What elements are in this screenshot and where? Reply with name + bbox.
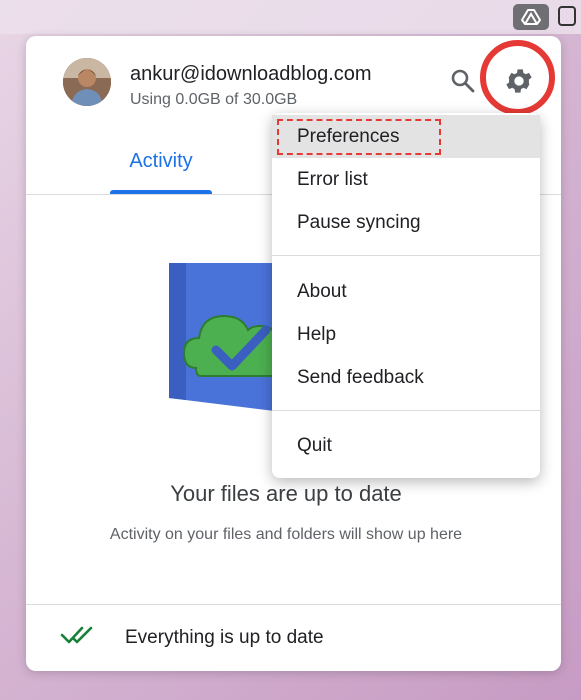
annotation-dashed-box [277, 119, 441, 155]
drive-logo-icon [521, 9, 541, 25]
menu-item-label: About [297, 281, 347, 302]
sync-status-text: Everything is up to date [125, 627, 324, 648]
account-email: ankur@idownloadblog.com [130, 63, 372, 85]
settings-menu: Preferences Error list Pause syncing Abo… [272, 113, 540, 478]
tab-activity-label: Activity [129, 150, 193, 172]
menu-item-preferences[interactable]: Preferences [272, 115, 540, 158]
menu-separator [272, 410, 540, 411]
menu-bar [0, 0, 581, 34]
menu-item-send-feedback[interactable]: Send feedback [272, 356, 540, 399]
double-check-icon [60, 624, 94, 646]
search-icon [451, 69, 475, 93]
menu-item-pause-syncing[interactable]: Pause syncing [272, 201, 540, 244]
menu-item-label: Error list [297, 169, 368, 190]
menu-item-error-list[interactable]: Error list [272, 158, 540, 201]
menu-item-label: Pause syncing [297, 212, 421, 233]
profile-photo-icon [63, 58, 111, 106]
avatar[interactable] [63, 58, 111, 106]
menu-item-label: Help [297, 324, 337, 345]
tray-app-icon[interactable] [558, 6, 576, 26]
search-button[interactable] [448, 66, 478, 96]
storage-usage: Using 0.0GB of 30.0GB [130, 91, 298, 108]
empty-state-subtitle: Activity on your files and folders will … [109, 526, 463, 543]
menu-item-label: Quit [297, 435, 332, 456]
footer-divider [26, 604, 561, 605]
menu-item-label: Send feedback [297, 367, 424, 388]
menu-separator [272, 255, 540, 256]
menu-item-quit[interactable]: Quit [272, 424, 540, 467]
annotation-circle [480, 40, 555, 115]
empty-state-title: Your files are up to date [170, 481, 402, 506]
menu-item-about[interactable]: About [272, 270, 540, 313]
tab-activity[interactable]: Activity [110, 144, 212, 194]
google-drive-tray-icon[interactable] [513, 4, 549, 30]
menu-item-help[interactable]: Help [272, 313, 540, 356]
